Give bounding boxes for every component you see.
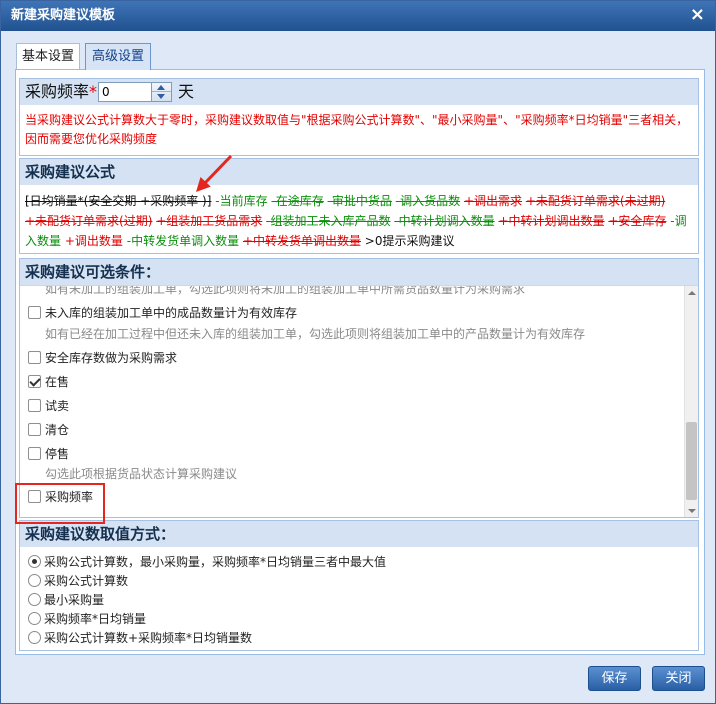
condition-item-on-sale[interactable]: 在售 <box>20 373 670 391</box>
value-mode-section: 采购建议数取值方式： 采购公式计算数，最小采购量，采购频率*日均销量三者中最大值… <box>19 520 699 651</box>
checkbox[interactable] <box>28 423 41 436</box>
radio-button[interactable] <box>28 593 41 606</box>
formula-term: +安全库存 <box>608 214 667 228</box>
conditions-header: 采购建议可选条件： <box>20 259 698 285</box>
radio-label: 采购公式计算数 <box>44 574 129 588</box>
condition-item-unstored-assembly[interactable]: 未入库的组装加工单中的成品数量计为有效库存 <box>20 304 670 322</box>
radio-label: 最小采购量 <box>44 593 105 607</box>
condition-label: 未入库的组装加工单中的成品数量计为有效库存 <box>45 306 298 320</box>
formula-term: >0提示采购建议 <box>364 234 455 248</box>
checkbox[interactable] <box>28 375 41 388</box>
formula-term: -在途库存 <box>271 194 324 208</box>
value-mode-option-frequency[interactable]: 采购频率*日均销量 <box>20 610 680 628</box>
tab-advanced-settings[interactable]: 高级设置 <box>85 43 151 70</box>
radio-label: 采购公式计算数+采购频率*日均销量数 <box>44 631 253 645</box>
conditions-scrollbar[interactable] <box>684 286 698 517</box>
close-icon[interactable]: × <box>690 4 705 26</box>
value-mode-option-max[interactable]: 采购公式计算数，最小采购量，采购频率*日均销量三者中最大值 <box>20 553 680 571</box>
frequency-spinner[interactable] <box>152 82 172 102</box>
formula-term: -中转发货单调入数量 <box>126 234 240 248</box>
spinner-up-icon[interactable] <box>152 83 171 92</box>
frequency-label: 采购频率* <box>25 79 97 105</box>
frequency-section: 采购频率* 天 当采购建议公式计算数大于零时，采购建议数取值与"根据采购公式计算… <box>19 78 699 156</box>
condition-item-safety-stock[interactable]: 安全库存数做为采购需求 <box>20 349 670 367</box>
formula-term: +未配货订单需求(过期) <box>25 214 153 228</box>
checkbox[interactable] <box>28 306 41 319</box>
radio-button[interactable] <box>28 574 41 587</box>
condition-label: 清仓 <box>45 423 70 437</box>
condition-item-clearance[interactable]: 清仓 <box>20 421 670 439</box>
conditions-section: 采购建议可选条件： 如有未加工的组装加工单，勾选此项则将未加工的组装加工单中所需… <box>19 258 699 518</box>
frequency-unit: 天 <box>178 82 195 101</box>
value-mode-option-formula[interactable]: 采购公式计算数 <box>20 572 680 590</box>
frequency-label-text: 采购频率 <box>25 82 90 101</box>
value-mode-options: 采购公式计算数，最小采购量，采购频率*日均销量三者中最大值 采购公式计算数 最小… <box>20 547 698 651</box>
dialog-title: 新建采购建议模板 <box>11 8 116 23</box>
frequency-note: 当采购建议公式计算数大于零时，采购建议数取值与"根据采购公式计算数"、"最小采购… <box>25 113 689 146</box>
condition-label: 安全库存数做为采购需求 <box>45 351 178 365</box>
condition-item-trial[interactable]: 试卖 <box>20 397 670 415</box>
frequency-input[interactable] <box>98 82 152 102</box>
formula-term: +调出需求 <box>463 194 522 208</box>
formula-term: -组装加工未入库产品数 <box>266 214 391 228</box>
scrollbar-thumb[interactable] <box>686 422 697 500</box>
value-mode-option-sum[interactable]: 采购公式计算数+采购频率*日均销量数 <box>20 629 680 647</box>
checkbox[interactable] <box>28 447 41 460</box>
required-mark: * <box>89 82 98 101</box>
condition-item-purchase-frequency[interactable]: 采购频率 <box>20 488 670 506</box>
conditions-list: 如有未加工的组装加工单，勾选此项则将未加工的组装加工单中所需货品数量计为采购需求… <box>20 285 698 517</box>
condition-label: 在售 <box>45 375 70 389</box>
formula-term: -审批中货品 <box>327 194 392 208</box>
checkbox[interactable] <box>28 351 41 364</box>
formula-term: -当前库存 <box>215 194 268 208</box>
formula: [日均销量*(安全交期 +采购频率 )] -当前库存 -在途库存 -审批中货品 … <box>20 185 696 251</box>
tab-basic-settings[interactable]: 基本设置 <box>16 43 80 70</box>
spinner-down-icon[interactable] <box>152 92 171 101</box>
title-bar: 新建采购建议模板 × <box>1 1 715 31</box>
formula-term: +中转计划调出数量 <box>498 214 605 228</box>
formula-term: [日均销量*(安全交期 +采购频率 )] <box>25 194 212 208</box>
radio-label: 采购公式计算数，最小采购量，采购频率*日均销量三者中最大值 <box>44 555 387 569</box>
scroll-up-icon[interactable] <box>685 286 698 300</box>
formula-term: +中转发货单调出数量 <box>242 234 361 248</box>
frequency-header: 采购频率* 天 <box>20 79 698 105</box>
radio-button[interactable] <box>28 555 41 568</box>
formula-term: +组装加工货品需求 <box>156 214 263 228</box>
formula-header: 采购建议公式 <box>20 159 698 185</box>
condition-note: 勾选此项根据货品状态计算采购建议 <box>45 467 238 481</box>
condition-label: 停售 <box>45 447 70 461</box>
formula-section: 采购建议公式 [日均销量*(安全交期 +采购频率 )] -当前库存 -在途库存 … <box>19 158 699 254</box>
condition-note: 如有未加工的组装加工单，勾选此项则将未加工的组装加工单中所需货品数量计为采购需求 <box>45 285 526 296</box>
formula-term: +未配货订单需求(未过期) <box>525 194 666 208</box>
close-button[interactable]: 关闭 <box>652 666 705 691</box>
formula-term: -中转计划调入数量 <box>394 214 495 228</box>
radio-label: 采购频率*日均销量 <box>44 612 147 626</box>
radio-button[interactable] <box>28 612 41 625</box>
dialog-window: 新建采购建议模板 × 基本设置 高级设置 采购频率* 天 当采购建议公式计算数大… <box>0 0 716 704</box>
formula-term: +调出数量 <box>64 234 123 248</box>
annotation-highlight-box <box>15 483 105 524</box>
value-mode-option-min[interactable]: 最小采购量 <box>20 591 680 609</box>
scroll-down-icon[interactable] <box>685 504 698 517</box>
condition-label: 试卖 <box>45 399 70 413</box>
condition-note: 如有已经在加工过程中但还未入库的组装加工单，勾选此项则将组装加工单中的产品数量计… <box>45 327 586 341</box>
save-button[interactable]: 保存 <box>588 666 641 691</box>
checkbox[interactable] <box>28 399 41 412</box>
formula-term: -调入货品数 <box>395 194 461 208</box>
condition-item-discontinued[interactable]: 停售 <box>20 445 670 463</box>
value-mode-header: 采购建议数取值方式： <box>20 521 698 547</box>
radio-button[interactable] <box>28 631 41 644</box>
